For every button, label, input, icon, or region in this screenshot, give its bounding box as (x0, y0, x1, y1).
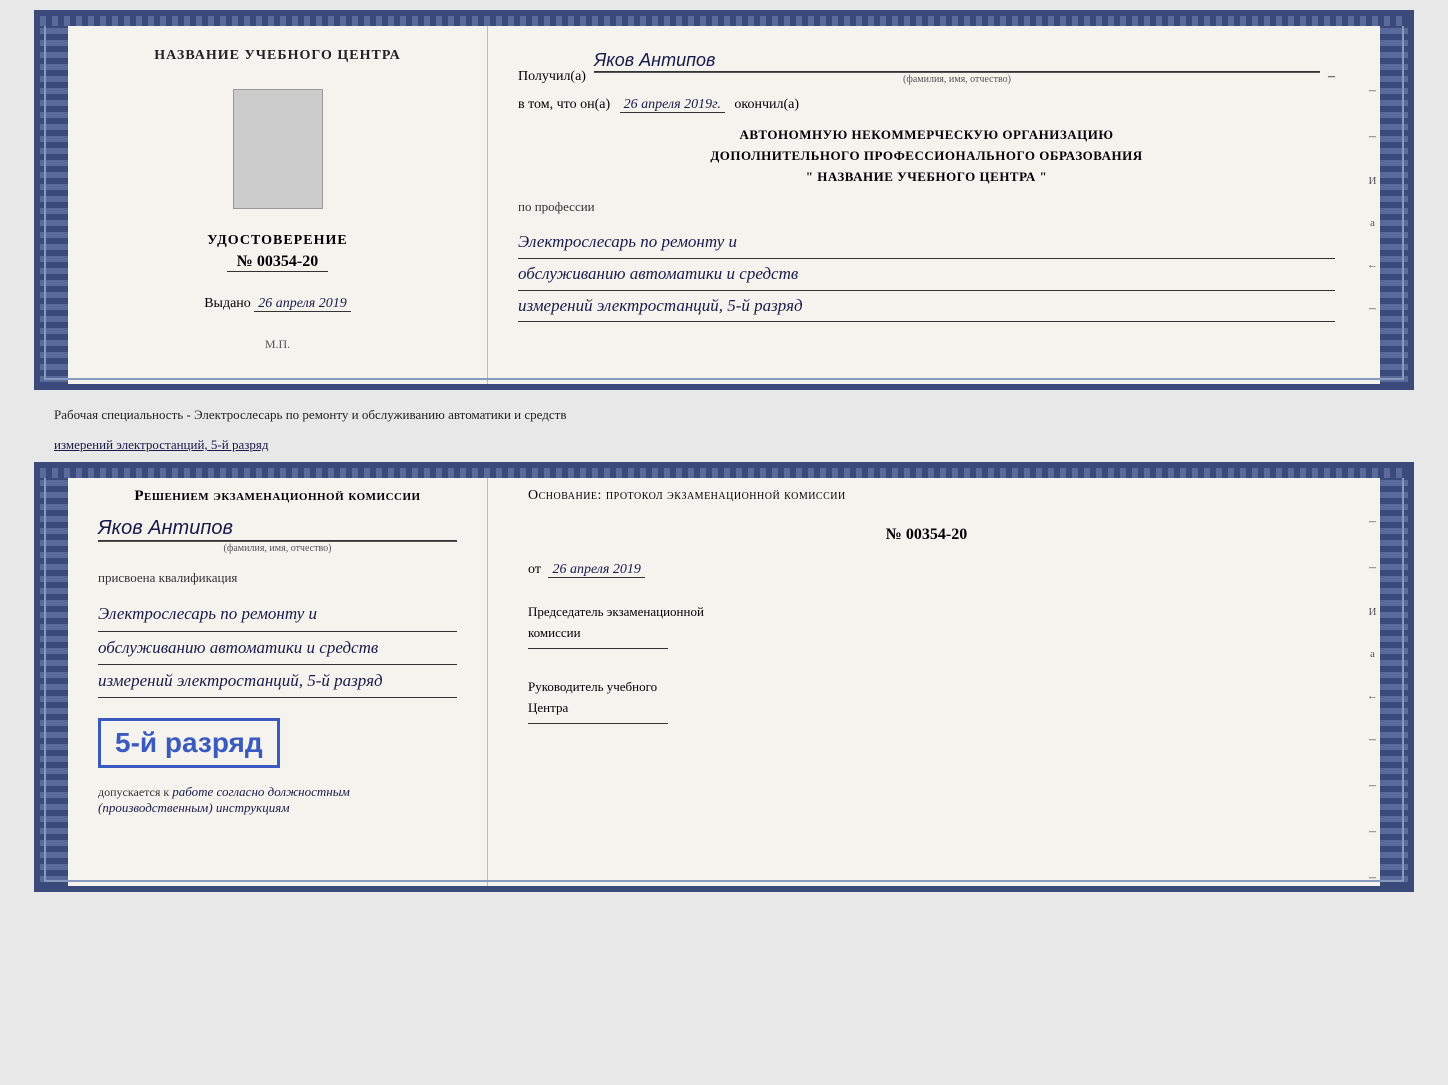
date-prefix: в том, что он(а) (518, 97, 610, 112)
profession-label: по профессии (518, 199, 1335, 215)
chairman-signature (528, 648, 668, 649)
date-line: в том, что он(а) 26 апреля 2019г. окончи… (518, 97, 1335, 113)
bottom-right-strip (1380, 468, 1408, 886)
cert-title: УДОСТОВЕРЕНИЕ (207, 233, 347, 249)
protocol-date-value: 26 апреля 2019 (548, 562, 644, 578)
specialty-text-1: Рабочая специальность - Электрослесарь п… (54, 398, 1414, 428)
date-suffix: окончил(а) (734, 97, 799, 112)
director-section: Руководитель учебного Центра (528, 677, 1325, 728)
bottom-top-strip (40, 468, 1408, 478)
cert-date: 26 апреля 2019г. (620, 97, 725, 113)
director-label2: Центра (528, 698, 1325, 719)
top-document: НАЗВАНИЕ УЧЕБНОГО ЦЕНТРА УДОСТОВЕРЕНИЕ №… (34, 10, 1414, 390)
bottom-left-strip (40, 468, 68, 886)
issued-label: Выдано (204, 296, 251, 311)
bottom-person-name: Яков Антипов (98, 517, 457, 541)
protocol-date: от 26 апреля 2019 (528, 562, 1325, 578)
profession-block: Электрослесарь по ремонту и обслуживанию… (518, 227, 1335, 322)
fio-sublabel: (фамилия, имя, отчество) (594, 72, 1320, 85)
director-label: Руководитель учебного (528, 677, 1325, 698)
right-chars: – – И а ← – (1365, 16, 1380, 384)
org-line1: АВТОНОМНУЮ НЕКОММЕРЧЕСКУЮ ОРГАНИЗАЦИЮ (518, 125, 1335, 146)
chairman-label: Председатель экзаменационной (528, 602, 1325, 623)
profession-line1: Электрослесарь по ремонту и (518, 227, 1335, 259)
grade-text: 5-й разряд (115, 727, 263, 758)
qualification-block: Электрослесарь по ремонту и обслуживанию… (98, 598, 457, 698)
protocol-number: № 00354-20 (528, 526, 1325, 544)
cert-number: № 00354-20 (227, 253, 328, 272)
bottom-fio-sublabel: (фамилия, имя, отчество) (98, 541, 457, 554)
dash: – (1328, 69, 1335, 85)
commission-title: Решением экзаменационной комиссии (98, 488, 457, 505)
allowed-section: допускается к работе согласно должностны… (98, 784, 457, 816)
basis-label: Основание: протокол экзаменационной коми… (528, 488, 1325, 504)
received-label: Получил(а) (518, 69, 586, 85)
profession-line2: обслуживанию автоматики и средств (518, 259, 1335, 291)
right-strip (1380, 16, 1408, 384)
mp-label: М.П. (265, 337, 290, 351)
name-wrapper: Яков Антипов (фамилия, имя, отчество) (594, 50, 1320, 85)
director-signature (528, 723, 668, 724)
issued-section: Выдано 26 апреля 2019 (204, 296, 351, 312)
received-line: Получил(а) Яков Антипов (фамилия, имя, о… (518, 50, 1335, 85)
photo-placeholder (233, 89, 323, 209)
chairman-label2: комиссии (528, 623, 1325, 644)
date-from-label: от (528, 562, 541, 577)
allowed-text: работе согласно должностным (172, 784, 350, 799)
profession-line3: измерений электростанций, 5-й разряд (518, 291, 1335, 323)
issued-date: 26 апреля 2019 (254, 296, 350, 312)
school-name-left: НАЗВАНИЕ УЧЕБНОГО ЦЕНТРА (154, 48, 400, 64)
org-line3: " НАЗВАНИЕ УЧЕБНОГО ЦЕНТРА " (518, 167, 1335, 188)
bottom-right-panel: Основание: протокол экзаменационной коми… (488, 468, 1365, 886)
allowed-label: допускается к (98, 785, 169, 799)
org-block: АВТОНОМНУЮ НЕКОММЕРЧЕСКУЮ ОРГАНИЗАЦИЮ ДО… (518, 125, 1335, 187)
chairman-section: Председатель экзаменационной комиссии (528, 602, 1325, 653)
qual-line2: обслуживанию автоматики и средств (98, 632, 457, 665)
stamp-area: М.П. (265, 337, 290, 352)
bottom-right-chars: – – – И а ← – – – – (1365, 468, 1380, 886)
received-section: Получил(а) Яков Антипов (фамилия, имя, о… (518, 36, 1335, 85)
top-left-panel: НАЗВАНИЕ УЧЕБНОГО ЦЕНТРА УДОСТОВЕРЕНИЕ №… (68, 16, 488, 384)
allowed-text2: (производственным) инструкциям (98, 800, 290, 815)
cert-number-section: УДОСТОВЕРЕНИЕ № 00354-20 (207, 233, 347, 272)
bottom-document: Решением экзаменационной комиссии Яков А… (34, 462, 1414, 892)
top-right-panel: Получил(а) Яков Антипов (фамилия, имя, о… (488, 16, 1365, 384)
org-line2: ДОПОЛНИТЕЛЬНОГО ПРОФЕССИОНАЛЬНОГО ОБРАЗО… (518, 146, 1335, 167)
bottom-name-section: Яков Антипов (фамилия, имя, отчество) (98, 517, 457, 554)
qual-line3: измерений электростанций, 5-й разряд (98, 665, 457, 698)
grade-stamp: 5-й разряд (98, 718, 280, 768)
specialty-text-2: измерений электростанций, 5-й разряд (54, 428, 1414, 458)
top-strip (40, 16, 1408, 26)
specialty-section: Рабочая специальность - Электрослесарь п… (34, 390, 1414, 462)
qual-line1: Электрослесарь по ремонту и (98, 598, 457, 631)
recipient-name: Яков Антипов (594, 50, 1320, 72)
document-container: НАЗВАНИЕ УЧЕБНОГО ЦЕНТРА УДОСТОВЕРЕНИЕ №… (34, 10, 1414, 892)
qualification-label: присвоена квалификация (98, 570, 457, 586)
bottom-left-panel: Решением экзаменационной комиссии Яков А… (68, 468, 488, 886)
left-strip (40, 16, 68, 384)
